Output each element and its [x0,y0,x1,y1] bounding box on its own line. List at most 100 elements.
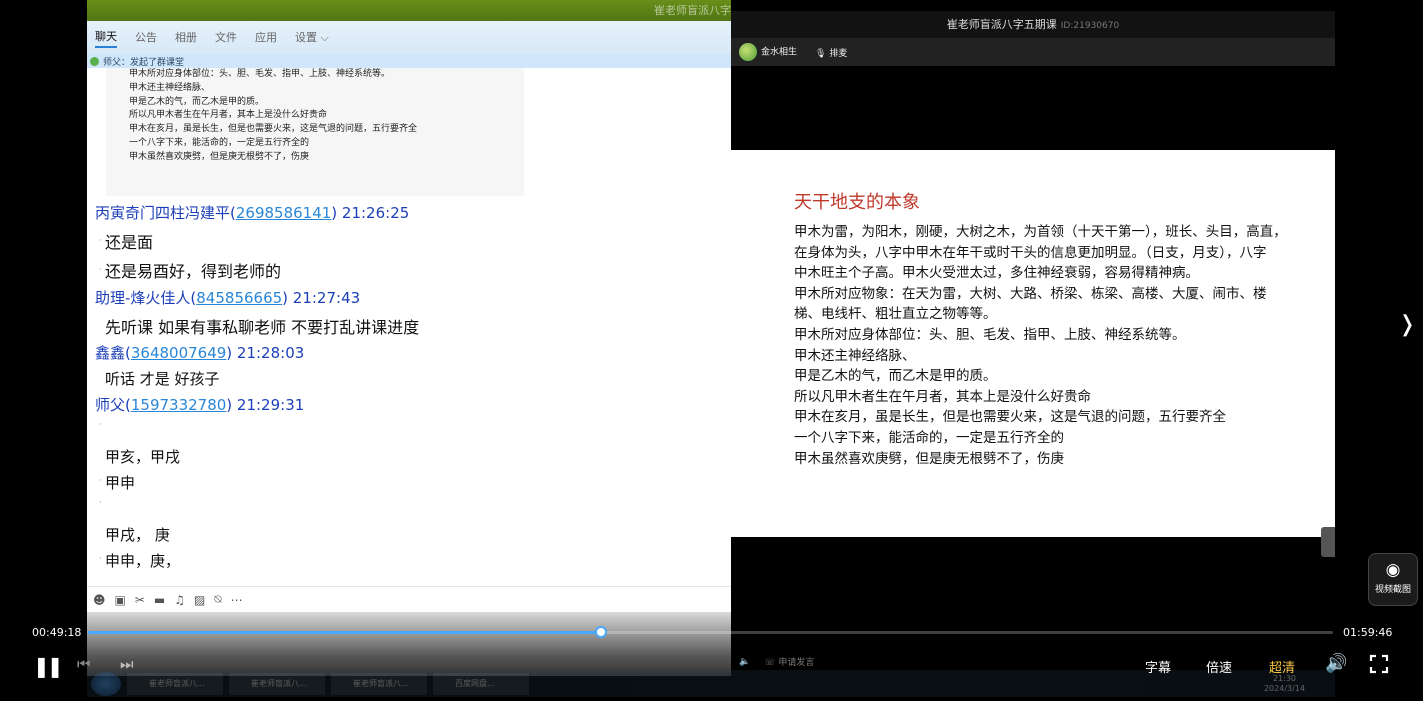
mic-queue[interactable]: 🎙 排麦 [815,46,847,59]
chat-input-toolbar: ☻ ▣ ✂ ▬ ♫ ▨ ⍉ ⋯ [87,586,731,612]
presenter[interactable]: 金水相生 [739,43,797,61]
slide-line: 甲木虽然喜欢庚劈，但是庚无根劈不了，伤庚 [794,450,1064,467]
slide-line: 甲木为雷，为阳木，刚硬，大树之木，为首领（十天干第一），班长、头目，高直， [794,224,1287,240]
quoted-line: 甲木还主神经络脉、 [129,82,211,93]
presenter-bar: 金水相生 🎙 排麦 [731,38,1335,66]
sender-qq[interactable]: 2698586141 [236,204,331,222]
pause-button[interactable]: ❚❚ [33,654,63,678]
tab-album[interactable]: 相册 [175,29,197,47]
slide-line: 甲是乙木的气，而乙木是甲的质。 [794,368,997,385]
more-icon[interactable]: ⋯ [231,593,243,607]
slide-line: 在身体为头，八字中甲木在年干或时干头的信息更加明显。（日支，月支），八字 [794,244,1267,261]
mute-bell-icon[interactable]: ⍉ [214,592,221,607]
message-text: 申申，庚， [105,552,181,570]
message-time: ) 21:26:25 [331,204,410,222]
chat-tabs: 聊天 公告 相册 文件 应用 设置 ⌵ [87,21,731,54]
sender-name[interactable]: 师父( [95,396,131,414]
tab-settings[interactable]: 设置 ⌵ [295,29,329,47]
slide-line: 所以凡甲木者生在午月者，其本上是没什么好贵命 [794,388,1091,405]
scissors-icon[interactable]: ✂ [135,593,145,607]
tab-chat[interactable]: 聊天 [95,28,117,48]
message-bullet: · [99,554,102,564]
folder-icon[interactable]: ▬ [154,593,165,607]
chat-titlebar: 崔老师盲派八字五期课 [87,0,731,21]
message-time: ) 21:27:43 [282,289,361,307]
sender-qq[interactable]: 3648007649 [131,344,226,362]
sender-name[interactable]: 丙寅奇门四柱冯建平( [95,204,236,222]
tab-announcement[interactable]: 公告 [135,29,157,47]
message-header: 鑫鑫(3648007649) 21:28:03 [95,342,304,363]
slide-body: 甲木为雷，为阳木，刚硬，大树之木，为首领（十天干第一），班长、头目，高直， 在身… [794,222,1324,469]
slide-line: 一个八字下来，能活命的，一定是五行齐全的 [794,429,1064,446]
live-titlebar: 崔老师盲派八字五期课 ID:21930670 [731,11,1335,38]
message-text: 先听课 如果有事私聊老师 不要打乱讲课进度 [105,318,420,337]
emoji-icon[interactable]: ☻ [93,593,106,607]
gif-icon[interactable]: ▣ [115,593,126,607]
camera-icon: ◉ [1385,560,1401,580]
message-text: 还是面 [105,233,154,252]
panel-collapse-handle[interactable] [1321,527,1335,557]
total-time: 01:59:46 [1343,626,1393,639]
message-bullet: · [99,236,102,246]
player-control-bar: ❚❚ ⏮ ⏭ 字幕 倍速 超清 🔊 [0,648,1423,682]
message-text: 甲戌， 庚 [105,526,170,544]
music-icon[interactable]: ♫ [174,593,185,607]
message-bullet: · [99,265,102,275]
group-class-icon [90,56,99,66]
chat-window-title: 崔老师盲派八字五期课 [654,4,731,17]
clock-date: 2024/3/14 [1263,683,1305,693]
live-id: ID:21930670 [1060,21,1120,31]
tab-files[interactable]: 文件 [215,29,237,47]
quoted-line: 甲木虽然喜欢庚劈，但是庚无根劈不了，伤庚 [129,151,310,162]
notice-text: 师父：发起了群课堂 [103,57,185,68]
volume-icon[interactable]: 🔊 [1325,653,1347,674]
fullscreen-icon[interactable] [1369,654,1389,674]
screenshot-label: 视频截图 [1374,585,1411,595]
message-text: 甲亥，甲戌 [105,448,181,466]
message-time: ) 21:29:31 [226,396,305,414]
live-class-window: 崔老师盲派八字五期课 ID:21930670 金水相生 🎙 排麦 天干地支的本象 … [731,11,1335,676]
message-header: 丙寅奇门四柱冯建平(2698586141) 21:26:25 [95,202,409,223]
quoted-line: 甲木在亥月，虽是长生，但是也需要火来，这是气退的问题，五行要齐全 [129,124,418,135]
sender-name[interactable]: 鑫鑫( [95,344,131,362]
chat-window: 崔老师盲派八字五期课 聊天 公告 相册 文件 应用 设置 ⌵ 师父：发起了群课堂… [87,0,731,676]
image-icon[interactable]: ▨ [194,593,205,607]
sender-qq[interactable]: 845856665 [196,289,282,307]
message-header: 师父(1597332780) 21:29:31 [95,394,304,415]
next-chapter-arrow-icon[interactable]: ❭ [1398,312,1416,337]
quoted-slide-image[interactable]: 甲木所对应身体部位：头、胆、毛发、指甲、上肢、神经系统等。 甲木还主神经络脉、 … [106,68,524,196]
mic-queue-label: 排麦 [829,48,848,59]
avatar [739,43,757,61]
current-time: 00:49:18 [32,626,82,639]
video-screenshot-button[interactable]: ◉ 视频截图 [1368,553,1418,606]
sender-name[interactable]: 助理-烽火佳人( [95,289,196,307]
message-text: 还是易酉好，得到老师的 [105,262,282,281]
quoted-line: 一个八字下来，能活命的，一定是五行齐全的 [129,137,310,148]
presenter-name: 金水相生 [761,47,798,58]
message-bullet: · [99,498,102,508]
progress-thumb[interactable] [594,626,607,638]
slide-line: 中木旺主个子高。甲木火受泄太过，多住神经衰弱，容易得精神病。 [794,265,1199,282]
slide-title: 天干地支的本象 [794,192,920,213]
slide-line: 甲木在亥月，虽是长生，但是也需要火来，这是气退的问题，五行要齐全 [794,409,1226,426]
subtitle-button[interactable]: 字幕 [1145,657,1171,676]
message-time: ) 21:28:03 [226,344,305,362]
quality-button[interactable]: 超清 [1269,657,1295,676]
slide-line: 甲木所对应身体部位：头、胆、毛发、指甲、上肢、神经系统等。 [794,326,1186,343]
message-bullet: · [99,420,102,430]
slide-line: 甲木还主神经络脉、 [794,347,916,364]
message-header: 助理-烽火佳人(845856665) 21:27:43 [95,287,360,308]
speed-button[interactable]: 倍速 [1206,657,1232,676]
next-button[interactable]: ⏭ [120,655,134,673]
quoted-line: 所以凡甲木者生在午月者，其本上是没什么好贵命 [129,110,328,121]
group-class-notice[interactable]: 师父：发起了群课堂 [87,54,731,68]
sender-qq[interactable]: 1597332780 [131,396,226,414]
previous-button[interactable]: ⏮ [77,655,91,673]
slide-line: 甲木所对应物象：在天为雷，大树、大路、桥梁、栋梁、高楼、大厦、闹市、楼 [794,285,1267,302]
live-title: 崔老师盲派八字五期课 [946,18,1057,31]
slide-view: 天干地支的本象 甲木为雷，为阳木，刚硬，大树之木，为首领（十天干第一），班长、头… [731,150,1335,537]
progress-bar[interactable] [88,626,1333,638]
quoted-line: 甲木所对应身体部位：头、胆、毛发、指甲、上肢、神经系统等。 [129,69,391,79]
message-bullet: · [99,476,102,486]
tab-apps[interactable]: 应用 [255,29,277,47]
